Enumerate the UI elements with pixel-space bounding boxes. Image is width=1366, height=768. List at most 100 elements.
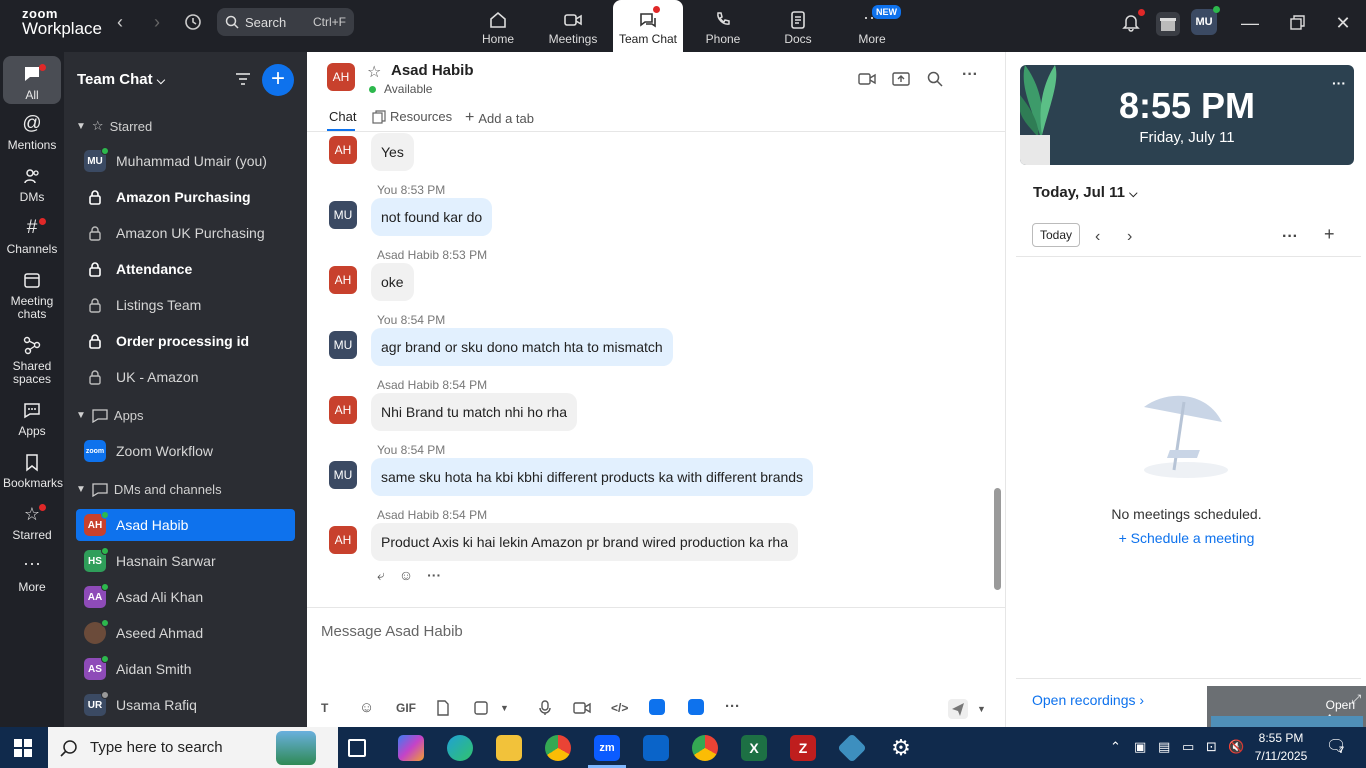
bell-icon[interactable] — [1121, 9, 1145, 34]
message-bubble[interactable]: oke — [371, 263, 414, 301]
next-day-icon[interactable]: › — [1127, 228, 1132, 246]
previous-day-icon[interactable]: ‹ — [1095, 228, 1100, 246]
more-options-icon[interactable]: ··· — [1332, 75, 1346, 91]
section-apps[interactable]: ▼ Apps — [76, 408, 144, 423]
tab-add[interactable]: + Add a tab — [465, 109, 534, 127]
app-icon[interactable] — [688, 699, 704, 715]
tab-chat[interactable]: Chat — [329, 109, 356, 124]
close-icon[interactable]: ✕ — [1332, 12, 1354, 34]
excel-icon[interactable]: X — [741, 735, 767, 761]
open-app-overlay[interactable]: Open App ⤢ — [1207, 686, 1366, 727]
code-icon[interactable]: </> — [611, 701, 628, 715]
add-meeting-icon[interactable]: + — [1324, 224, 1335, 245]
file-explorer-icon[interactable] — [496, 735, 522, 761]
filezilla-icon[interactable]: Z — [790, 735, 816, 761]
sidebar-item-asad-habib[interactable]: AH Asad Habib — [76, 509, 295, 541]
today-button[interactable]: Today — [1032, 223, 1080, 247]
taskbar-date[interactable]: 7/11/2025 — [1248, 749, 1314, 763]
add-button[interactable]: + — [262, 64, 294, 96]
rail-item-more[interactable]: ··· More — [3, 554, 61, 594]
edge-icon[interactable] — [447, 735, 473, 761]
rail-item-all[interactable]: All — [3, 56, 61, 104]
chrome-icon[interactable] — [545, 735, 571, 761]
tray-icon[interactable]: ▤ — [1158, 739, 1170, 755]
more-options-icon[interactable]: ··· — [1282, 228, 1298, 246]
emoji-icon[interactable]: ☺ — [359, 699, 374, 716]
message-bubble[interactable]: same sku hota ha kbi kbhi different prod… — [371, 458, 814, 496]
tab-more[interactable]: ··· More NEW — [837, 0, 907, 52]
screenshot-icon[interactable] — [473, 700, 489, 716]
message-avatar[interactable]: MU — [329, 331, 357, 359]
taskbar-time[interactable]: 8:55 PM — [1248, 731, 1314, 745]
tray-icon[interactable]: ▣ — [1134, 739, 1146, 755]
chat-contact-name[interactable]: Asad Habib — [391, 62, 474, 79]
schedule-meeting-link[interactable]: + Schedule a meeting — [1006, 530, 1366, 546]
settings-gear-icon[interactable]: ⚙ — [888, 735, 914, 761]
message-avatar[interactable]: AH — [329, 266, 357, 294]
filter-icon[interactable] — [234, 70, 252, 88]
search-box[interactable]: Search Ctrl+F — [217, 8, 354, 36]
emoji-reaction-icon[interactable]: ☺ — [399, 567, 413, 584]
message-avatar[interactable]: AH — [329, 526, 357, 554]
history-icon[interactable] — [183, 12, 203, 32]
message-avatar[interactable]: MU — [329, 461, 357, 489]
more-options-icon[interactable]: ··· — [725, 698, 740, 715]
message-bubble[interactable]: agr brand or sku dono match hta to misma… — [371, 328, 673, 366]
chevron-down-icon[interactable]: ▼ — [500, 703, 509, 713]
message-bubble[interactable]: Nhi Brand tu match nhi ho rha — [371, 393, 577, 431]
sidebar-item-hasnain-sarwar[interactable]: HS Hasnain Sarwar — [76, 545, 295, 577]
reply-icon[interactable]: ⤶ — [377, 567, 385, 584]
message-bubble[interactable]: not found kar do — [371, 198, 493, 236]
tab-meetings[interactable]: Meetings — [538, 0, 608, 52]
more-options-icon[interactable]: ··· — [427, 567, 441, 584]
rail-item-channels[interactable]: # Channels — [3, 218, 61, 256]
sidebar-item-attendance[interactable]: Attendance — [76, 253, 295, 285]
message-avatar[interactable]: AH — [329, 396, 357, 424]
gift-icon[interactable] — [1156, 12, 1180, 36]
sidebar-item-amazon-purchasing[interactable]: Amazon Purchasing — [76, 181, 295, 213]
message-avatar[interactable]: MU — [329, 201, 357, 229]
sidebar-item-muhammad-umair[interactable]: MU Muhammad Umair (you) — [76, 145, 295, 177]
rail-item-bookmarks[interactable]: Bookmarks — [3, 452, 63, 490]
minimize-icon[interactable]: — — [1239, 12, 1261, 34]
chevron-up-icon[interactable]: ⌃ — [1110, 739, 1121, 755]
star-icon[interactable]: ☆ — [367, 62, 381, 82]
video-message-icon[interactable] — [573, 700, 591, 716]
rail-item-apps[interactable]: Apps — [3, 400, 61, 438]
section-dms-channels[interactable]: ▼ DMs and channels — [76, 482, 222, 497]
sidebar-item-usama-rafiq[interactable]: UR Usama Rafiq — [76, 689, 295, 721]
file-icon[interactable] — [436, 700, 450, 716]
share-screen-icon[interactable] — [892, 70, 910, 88]
network-icon[interactable]: ⊡ — [1206, 739, 1217, 755]
open-recordings-link[interactable]: Open recordings › — [1032, 692, 1144, 708]
forward-arrow-icon[interactable]: › — [147, 12, 167, 32]
sidebar-item-amazon-uk-purchasing[interactable]: Amazon UK Purchasing — [76, 217, 295, 249]
rail-item-mentions[interactable]: @ Mentions — [3, 114, 61, 152]
battery-icon[interactable]: ▭ — [1182, 739, 1194, 755]
app-icon[interactable] — [837, 733, 867, 763]
message-avatar[interactable]: AH — [329, 136, 357, 164]
sidebar-item-order-processing-id[interactable]: Order processing id — [76, 325, 295, 357]
section-starred[interactable]: ▼ ☆ Starred — [76, 118, 152, 134]
microphone-icon[interactable] — [538, 700, 552, 716]
tab-home[interactable]: Home — [463, 0, 533, 52]
app-icon[interactable] — [649, 699, 665, 715]
format-text-icon[interactable]: T — [321, 701, 328, 715]
tab-team-chat[interactable]: Team Chat — [613, 0, 683, 52]
tab-docs[interactable]: Docs — [763, 0, 833, 52]
rail-item-shared-spaces[interactable]: Shared spaces — [3, 335, 61, 386]
sidebar-item-uk-amazon[interactable]: UK - Amazon — [76, 361, 295, 393]
sidebar-item-listings-team[interactable]: Listings Team — [76, 289, 295, 321]
calendar-date-picker[interactable]: Today, Jul 11 ⌵ — [1033, 184, 1138, 201]
outlook-icon[interactable] — [643, 735, 669, 761]
sidebar-title[interactable]: Team Chat ⌵ — [77, 71, 165, 88]
windows-start-icon[interactable] — [14, 739, 32, 757]
avatar[interactable]: MU — [1191, 6, 1220, 35]
gif-button[interactable]: GIF — [396, 701, 416, 715]
sidebar-item-zoom-workflow[interactable]: zoom Zoom Workflow — [76, 435, 295, 467]
rail-item-meeting-chats[interactable]: Meeting chats — [3, 270, 61, 321]
tab-phone[interactable]: Phone — [688, 0, 758, 52]
sidebar-item-asad-ali-khan[interactable]: AA Asad Ali Khan — [76, 581, 295, 613]
chevron-down-icon[interactable]: ▼ — [977, 704, 986, 714]
zoom-taskbar-icon[interactable]: zm — [594, 735, 620, 761]
